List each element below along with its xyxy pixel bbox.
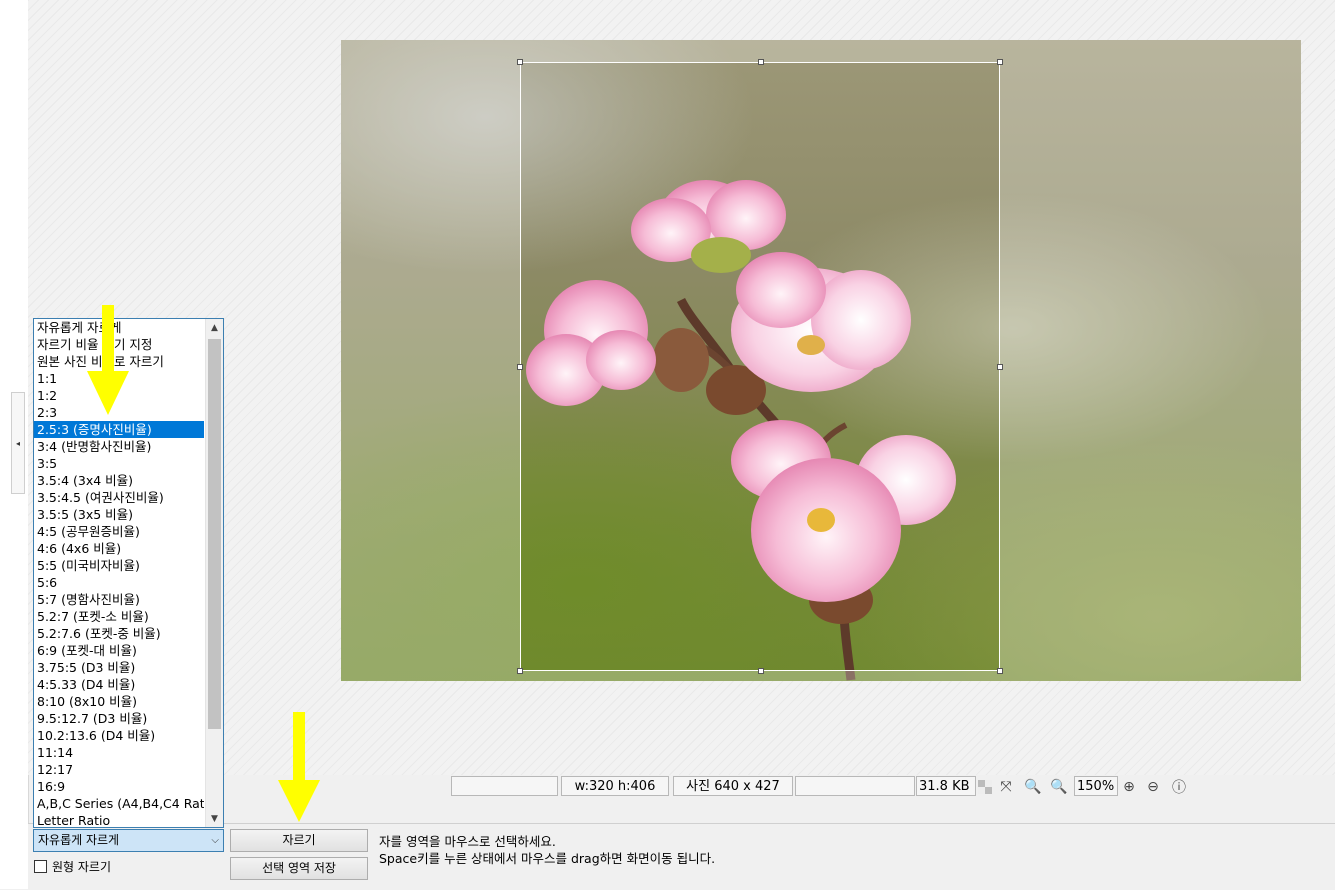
save-selection-button[interactable]: 선택 영역 저장	[230, 857, 368, 880]
dropdown-option[interactable]: 11:14	[34, 744, 204, 761]
zoom-fit-icon[interactable]: 🔍	[1050, 778, 1068, 796]
resize-handle-left[interactable]	[517, 364, 523, 370]
dropdown-option[interactable]: 6:9 (포켓-대 비율)	[34, 642, 204, 659]
outside-selection-left	[341, 40, 520, 681]
dropdown-option[interactable]: 5.2:7 (포켓-소 비율)	[34, 608, 204, 625]
status-empty-field-2	[795, 776, 915, 796]
chevron-down-icon: ⌵	[211, 835, 219, 846]
resize-handle-right[interactable]	[997, 364, 1003, 370]
fit-screen-icon[interactable]: ⤧	[997, 778, 1015, 796]
dropdown-option[interactable]: 9.5:12.7 (D3 비율)	[34, 710, 204, 727]
resize-handle-bottom-right[interactable]	[997, 668, 1003, 674]
crop-selection-box[interactable]	[517, 59, 1003, 674]
dropdown-option[interactable]: 10.2:13.6 (D4 비율)	[34, 727, 204, 744]
dropdown-option[interactable]: Letter Ratio	[34, 812, 204, 827]
dropdown-option[interactable]: 5:7 (명함사진비율)	[34, 591, 204, 608]
dropdown-option[interactable]: 5:5 (미국비자비율)	[34, 557, 204, 574]
dropdown-option[interactable]: 5:6	[34, 574, 204, 591]
resize-handle-top-left[interactable]	[517, 59, 523, 65]
dropdown-option[interactable]: 4:5 (공무원증비율)	[34, 523, 204, 540]
zoom-level: 150%	[1074, 776, 1118, 796]
dropdown-option[interactable]: 3.5:5 (3x5 비율)	[34, 506, 204, 523]
circle-crop-option[interactable]: 원형 자르기	[34, 858, 111, 875]
info-icon[interactable]: ⓘ	[1170, 778, 1188, 796]
crop-ratio-select-value: 자유롭게 자르게	[38, 833, 120, 847]
dropdown-option[interactable]: 8:10 (8x10 비율)	[34, 693, 204, 710]
annotation-arrow-down-icon-2	[278, 712, 320, 822]
annotation-arrow-down-icon	[87, 305, 129, 415]
dropdown-option[interactable]: 4:5.33 (D4 비율)	[34, 676, 204, 693]
file-size: 31.8 KB	[916, 776, 976, 796]
left-side-panel: ◂	[0, 0, 29, 889]
help-text-line2: Space키를 누른 상태에서 마우스를 drag하면 화면이동 됩니다.	[379, 851, 716, 866]
scrollbar-thumb[interactable]	[208, 339, 221, 729]
status-bar: w:320 h:406 사진 640 x 427 31.8 KB ⤧ 🔍 🔍 1…	[450, 776, 1330, 798]
status-empty-field	[451, 776, 558, 796]
collapse-panel-handle[interactable]: ◂	[11, 392, 25, 494]
resize-handle-bottom-left[interactable]	[517, 668, 523, 674]
transparency-grid-icon[interactable]	[976, 778, 994, 796]
selection-size: w:320 h:406	[561, 776, 669, 796]
dropdown-option[interactable]: 3.5:4 (3x4 비율)	[34, 472, 204, 489]
circle-crop-checkbox[interactable]	[34, 860, 47, 873]
dropdown-scrollbar[interactable]: ▲ ▼	[205, 319, 223, 827]
zoom-actual-icon[interactable]: 🔍	[1024, 778, 1042, 796]
dropdown-option[interactable]: 2.5:3 (증명사진비율)	[34, 421, 204, 438]
resize-handle-top-right[interactable]	[997, 59, 1003, 65]
dropdown-option[interactable]: 3:5	[34, 455, 204, 472]
dropdown-option[interactable]: 5.2:7.6 (포켓-중 비율)	[34, 625, 204, 642]
dropdown-option[interactable]: 3.75:5 (D3 비율)	[34, 659, 204, 676]
resize-handle-bottom[interactable]	[758, 668, 764, 674]
photo-size: 사진 640 x 427	[673, 776, 793, 796]
scroll-up-icon[interactable]: ▲	[206, 319, 223, 336]
dropdown-option[interactable]: 12:17	[34, 761, 204, 778]
photo-preview[interactable]	[341, 40, 1301, 681]
outside-selection-right	[1000, 40, 1301, 681]
circle-crop-label: 원형 자르기	[52, 860, 112, 874]
crop-ratio-select[interactable]: 자유롭게 자르게 ⌵	[33, 829, 224, 852]
zoom-in-icon[interactable]: ⊕	[1120, 778, 1138, 796]
scroll-down-icon[interactable]: ▼	[206, 810, 223, 827]
dropdown-option[interactable]: 16:9	[34, 778, 204, 795]
zoom-out-icon[interactable]: ⊖	[1144, 778, 1162, 796]
resize-handle-top[interactable]	[758, 59, 764, 65]
crop-button[interactable]: 자르기	[230, 829, 368, 852]
dropdown-option[interactable]: 3.5:4.5 (여권사진비율)	[34, 489, 204, 506]
dropdown-option[interactable]: 3:4 (반명함사진비율)	[34, 438, 204, 455]
dropdown-option[interactable]: 4:6 (4x6 비율)	[34, 540, 204, 557]
dropdown-option[interactable]: A,B,C Series (A4,B4,C4 Ratio)	[34, 795, 204, 812]
